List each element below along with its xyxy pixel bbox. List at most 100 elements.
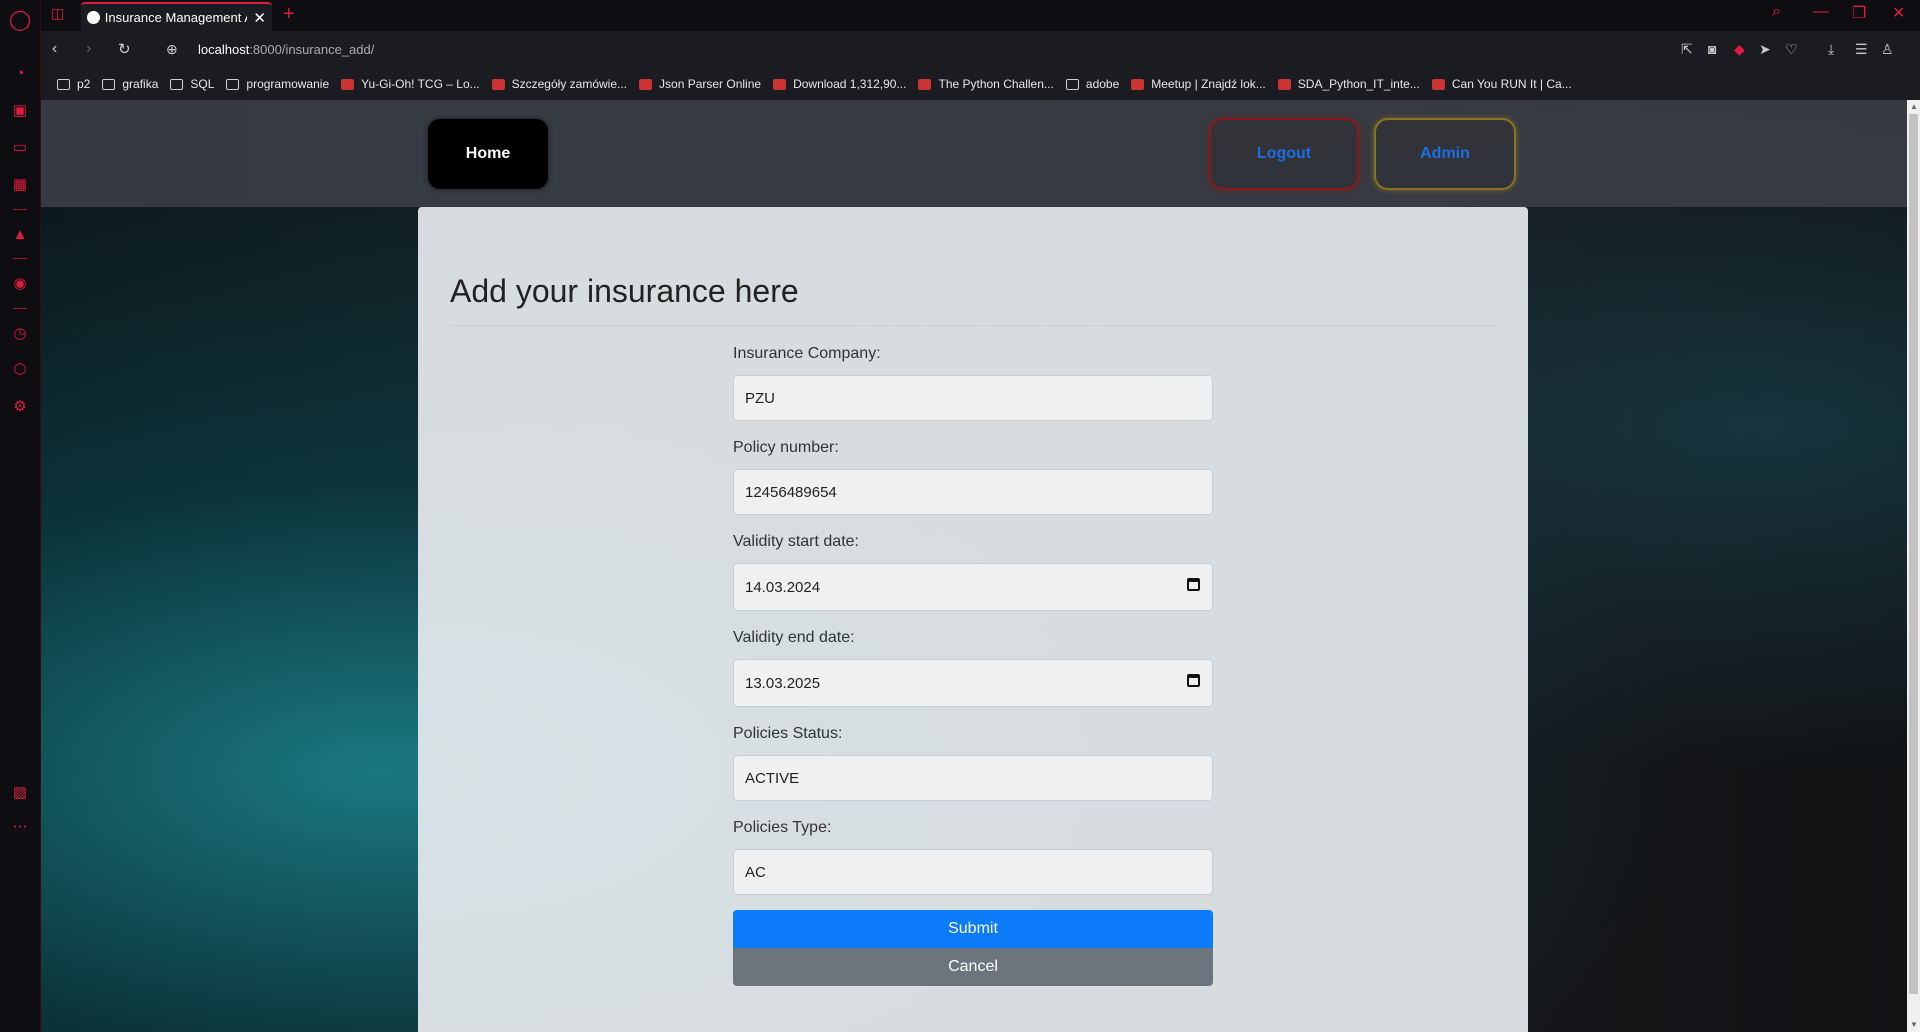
wallpaper-icon[interactable]: ▨	[9, 781, 31, 803]
bookmark-label: SDA_Python_IT_inte...	[1297, 77, 1420, 91]
validity-start-date-input[interactable]: 14.03.2024	[733, 563, 1213, 611]
bookmark-label: programowanie	[246, 77, 330, 91]
submit-button[interactable]: Submit	[733, 910, 1213, 948]
bookmark-label: adobe	[1085, 77, 1120, 91]
bookmarks-bar: p2 grafika SQL programowanie Yu-Gi-Oh! TCG –…	[41, 68, 1920, 100]
bookmark-item[interactable]: Json Parser Online	[639, 77, 761, 91]
player-icon[interactable]: ◉	[9, 272, 31, 294]
back-icon[interactable]: ‹	[52, 40, 57, 58]
bookmark-label: Szczegóły zamówie...	[511, 77, 628, 91]
site-favicon	[1431, 78, 1445, 90]
insurance-company-input[interactable]: PZU	[733, 375, 1213, 421]
browser-sidebar: ◯ ◔ ▣ ▭ ▦ ▲ ◉ ◷ ⬡ ⚙ ▨ ⋯	[0, 0, 41, 1032]
cancel-button[interactable]: Cancel	[733, 948, 1213, 986]
bookmark-item[interactable]: programowanie	[226, 77, 329, 91]
address-bar: ‹ › ↻ ⊕ localhost:8000/insurance_add/ ⇱ …	[41, 31, 1920, 68]
folder-icon	[102, 78, 116, 90]
site-navbar: Home Logout Admin	[41, 100, 1907, 207]
bookmark-item[interactable]: Meetup | Znajdź lok...	[1131, 77, 1266, 91]
shopping-bag-icon[interactable]: ▣	[9, 99, 31, 121]
history-icon[interactable]: ◷	[9, 322, 31, 344]
bookmark-label: Json Parser Online	[659, 77, 762, 91]
title-divider	[450, 325, 1496, 326]
reload-icon[interactable]: ↻	[118, 40, 131, 58]
policy-number-label: Policy number:	[733, 439, 839, 456]
site-favicon	[1277, 78, 1291, 90]
scrollbar-thumb[interactable]	[1909, 114, 1918, 994]
folder-icon	[1065, 78, 1079, 90]
folder-icon	[57, 78, 70, 90]
globe-icon	[87, 11, 100, 24]
adblock-shield-icon[interactable]: ◆	[1734, 41, 1745, 58]
profile-icon[interactable]: ♙	[1881, 41, 1894, 58]
settings-gear-icon[interactable]: ⚙	[9, 395, 31, 417]
scroll-up-icon[interactable]: ▲	[1910, 102, 1918, 111]
policies-status-input[interactable]: ACTIVE	[733, 755, 1213, 801]
bookmark-item[interactable]: SQL	[170, 77, 214, 91]
bookmark-label: Can You RUN It | Ca...	[1451, 77, 1572, 91]
heart-icon[interactable]: ♡	[1785, 41, 1798, 58]
new-tab-icon[interactable]: +	[283, 3, 295, 26]
bookmark-label: Meetup | Znajdź lok...	[1151, 77, 1266, 91]
share-icon[interactable]: ⇱	[1681, 41, 1693, 58]
restore-icon[interactable]: ❐	[1852, 3, 1866, 23]
site-info-icon[interactable]: ⊕	[166, 41, 178, 58]
opera-logo-icon[interactable]: ◯	[9, 8, 31, 31]
bookmark-label: grafika	[122, 77, 159, 91]
gx-control-icon[interactable]: ▦	[9, 173, 31, 195]
policy-number-input[interactable]: 12456489654	[733, 469, 1213, 515]
bookmark-item[interactable]: Can You RUN It | Ca...	[1431, 77, 1572, 91]
camera-icon[interactable]: ◙	[1708, 41, 1716, 57]
logout-button[interactable]: Logout	[1209, 118, 1359, 190]
sidebar-divider	[13, 258, 27, 259]
twitch-icon[interactable]: ▭	[9, 136, 31, 158]
bookmark-item[interactable]: adobe	[1065, 77, 1120, 91]
site-favicon	[1131, 78, 1145, 90]
home-button[interactable]: Home	[428, 119, 548, 189]
speed-dial-icon[interactable]: ◔	[9, 62, 31, 84]
validity-start-value: 14.03.2024	[745, 578, 821, 596]
page-title: Add your insurance here	[450, 273, 799, 309]
bookmark-item[interactable]: SDA_Python_IT_inte...	[1277, 77, 1420, 91]
bookmark-item[interactable]: grafika	[102, 77, 158, 91]
extensions-icon[interactable]: ⬡	[9, 358, 31, 380]
validity-end-date-input[interactable]: 13.03.2025	[733, 659, 1213, 707]
admin-button[interactable]: Admin	[1374, 118, 1516, 190]
tab-insurance-management[interactable]: Insurance Management Ap ✕	[81, 2, 272, 31]
page-scrollbar[interactable]: ▲ ▼	[1907, 100, 1920, 1032]
bookmark-item[interactable]: Download 1,312,90...	[773, 77, 906, 91]
calendar-icon[interactable]	[1187, 674, 1200, 687]
policies-type-input[interactable]: AC	[733, 849, 1213, 895]
sidebar-divider	[13, 209, 27, 210]
folder-icon	[170, 78, 184, 90]
validity-end-value: 13.03.2025	[745, 674, 821, 692]
download-icon[interactable]: ⤓	[1828, 41, 1834, 58]
page-viewport: Home Logout Admin Add your insurance her…	[41, 100, 1920, 1032]
bookmark-item[interactable]: Yu-Gi-Oh! TCG – Lo...	[341, 77, 480, 91]
bookmark-item[interactable]: The Python Challen...	[918, 77, 1054, 91]
tab-title: Insurance Management Ap	[104, 10, 248, 25]
forward-icon[interactable]: ›	[86, 40, 91, 58]
search-tabs-icon[interactable]: ⌕	[1772, 3, 1781, 21]
tab-strip: ◫ Insurance Management Ap ✕ + ⌕ — ❐ ✕	[41, 0, 1920, 31]
policy-number-value: 12456489654	[745, 483, 837, 501]
minimize-icon[interactable]: —	[1813, 3, 1829, 21]
policies-type-value: AC	[745, 863, 766, 881]
close-window-icon[interactable]: ✕	[1892, 3, 1905, 23]
more-options-icon[interactable]: ⋯	[9, 815, 31, 837]
bookmark-item[interactable]: p2	[57, 77, 90, 91]
url-host: localhost	[198, 42, 250, 57]
url-path: :8000/insurance_add/	[249, 42, 375, 57]
send-icon[interactable]: ➤	[1759, 41, 1771, 58]
validity-start-label: Validity start date:	[733, 533, 859, 550]
calendar-icon[interactable]	[1187, 578, 1200, 591]
bookmark-label: SQL	[190, 77, 215, 91]
url-field[interactable]: localhost:8000/insurance_add/	[198, 42, 374, 57]
aria-icon[interactable]: ▲	[9, 223, 31, 245]
gamer-tab-icon[interactable]: ◫	[51, 5, 64, 22]
bookmark-label: Download 1,312,90...	[793, 77, 907, 91]
scroll-down-icon[interactable]: ▼	[1910, 1020, 1918, 1029]
easy-setup-icon[interactable]: ☰	[1855, 41, 1868, 58]
close-tab-icon[interactable]: ✕	[253, 9, 266, 27]
bookmark-item[interactable]: Szczegóły zamówie...	[491, 77, 628, 91]
